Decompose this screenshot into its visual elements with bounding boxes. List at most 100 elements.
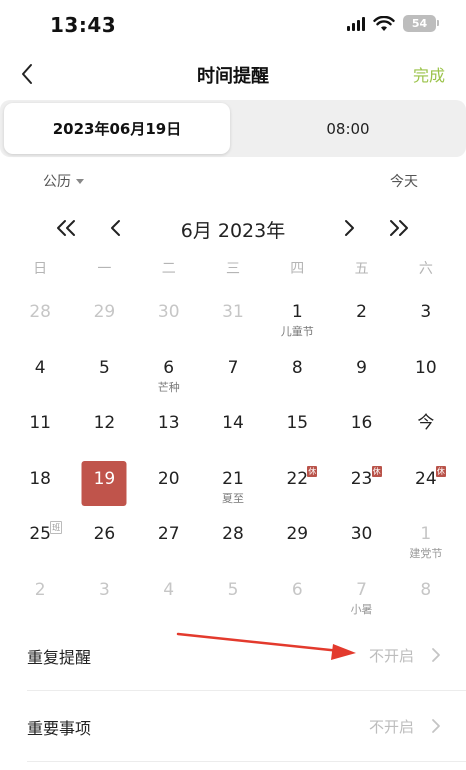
time-tab[interactable]: 08:00 xyxy=(230,103,466,154)
day-festival-label: 夏至 xyxy=(221,491,244,505)
status-bar: 13:43 54 xyxy=(0,0,466,52)
day-cell[interactable]: 22 休 xyxy=(265,457,329,513)
day-cell[interactable]: 4 xyxy=(137,568,201,624)
calendar-type-label: 公历 xyxy=(43,174,71,190)
double-chevron-right-icon xyxy=(390,220,408,236)
day-cell[interactable]: 3 xyxy=(72,568,136,624)
day-festival-label: 小暑 xyxy=(350,602,373,616)
day-cell[interactable]: 20 xyxy=(137,457,201,513)
next-year-button[interactable] xyxy=(387,216,411,240)
weekday-label: 四 xyxy=(290,261,305,277)
day-cell[interactable]: 1 儿童节 xyxy=(265,290,329,346)
row-label: 重要事项 xyxy=(27,719,92,738)
weekday-label: 六 xyxy=(418,261,433,277)
day-cell[interactable]: 5 xyxy=(72,346,136,402)
day-number: 11 xyxy=(29,413,51,433)
day-cell[interactable]: 6 xyxy=(265,568,329,624)
day-cell[interactable]: 7 小暑 xyxy=(329,568,393,624)
day-cell[interactable]: 10 xyxy=(394,346,458,402)
day-cell[interactable]: 31 xyxy=(201,290,265,346)
calendar-grid: 28 29 30 31 1 儿童节 2 3 4 5 6 芒种 7 8 9 10 11 12 13 14 15 16 今 18 1… xyxy=(8,290,458,623)
chevron-right-icon xyxy=(432,719,440,733)
day-number: 21 xyxy=(222,468,244,489)
next-month-button[interactable] xyxy=(337,216,361,240)
day-number: 12 xyxy=(93,413,116,433)
day-number: 13 xyxy=(157,413,180,433)
day-cell[interactable]: 29 xyxy=(265,512,329,568)
day-cell[interactable]: 12 xyxy=(72,401,136,457)
repeat-reminder-row[interactable]: 重复提醒 不开启 xyxy=(0,620,466,690)
day-number: 5 xyxy=(99,357,110,378)
day-cell[interactable]: 1 建党节 xyxy=(394,512,458,568)
day-cell[interactable]: 2 xyxy=(329,290,393,346)
day-cell[interactable]: 21 夏至 xyxy=(201,457,265,513)
status-icons: 54 xyxy=(347,15,439,32)
today-button[interactable]: 今天 xyxy=(390,171,418,191)
row-value: 不开启 xyxy=(368,718,414,736)
day-cell[interactable]: 8 xyxy=(265,346,329,402)
day-number: 1 xyxy=(420,524,432,544)
holiday-badge: 休 xyxy=(307,465,318,477)
weekday-label: 五 xyxy=(354,261,369,277)
caret-down-icon xyxy=(76,178,84,184)
day-cell[interactable]: 30 xyxy=(329,512,393,568)
day-cell[interactable]: 13 xyxy=(137,401,201,457)
nav-bar: 时间提醒 完成 xyxy=(0,52,466,96)
day-cell[interactable]: 23 休 xyxy=(329,457,393,513)
day-cell[interactable]: 4 xyxy=(8,346,72,402)
day-cell[interactable]: 28 xyxy=(8,290,72,346)
status-time: 13:43 xyxy=(50,13,117,37)
day-cell[interactable]: 24 休 xyxy=(394,457,458,513)
day-number: 30 xyxy=(157,302,180,322)
chevron-right-icon xyxy=(432,648,440,662)
chevron-right-icon xyxy=(345,220,354,236)
day-cell[interactable]: 5 xyxy=(201,568,265,624)
day-cell[interactable]: 6 芒种 xyxy=(137,346,201,402)
day-cell[interactable]: 25 班 xyxy=(8,512,72,568)
day-number: 28 xyxy=(222,524,244,544)
holiday-badge: 休 xyxy=(435,465,446,477)
day-cell[interactable]: 今 xyxy=(394,401,458,457)
day-cell[interactable]: 9 xyxy=(329,346,393,402)
day-cell[interactable]: 30 xyxy=(137,290,201,346)
day-number: 10 xyxy=(415,357,437,378)
day-cell[interactable]: 15 xyxy=(265,401,329,457)
day-number: 24 xyxy=(415,468,437,489)
day-number: 14 xyxy=(222,413,244,433)
battery-icon: 54 xyxy=(403,15,439,32)
day-cell[interactable]: 14 xyxy=(201,401,265,457)
day-number: 31 xyxy=(222,302,244,322)
calendar-type-select[interactable]: 公历 xyxy=(43,171,84,191)
day-cell[interactable]: 26 xyxy=(72,512,136,568)
day-number: 28 xyxy=(29,302,51,322)
important-item-row[interactable]: 重要事项 不开启 xyxy=(0,691,466,761)
row-label: 重复提醒 xyxy=(27,648,92,667)
wifi-icon xyxy=(373,15,395,31)
day-cell[interactable]: 11 xyxy=(8,401,72,457)
date-tab[interactable]: 2023年06月19日 xyxy=(4,103,230,154)
row-value: 不开启 xyxy=(368,647,414,665)
day-cell[interactable]: 16 xyxy=(329,401,393,457)
selected-day-cell[interactable]: 19 xyxy=(72,457,136,513)
day-cell[interactable]: 18 xyxy=(8,457,72,513)
page-title: 时间提醒 xyxy=(197,66,269,87)
day-cell[interactable]: 8 xyxy=(394,568,458,624)
day-cell[interactable]: 27 xyxy=(137,512,201,568)
day-cell[interactable]: 29 xyxy=(72,290,136,346)
day-number: 15 xyxy=(286,413,309,433)
day-cell[interactable]: 28 xyxy=(201,512,265,568)
day-festival-label: 儿童节 xyxy=(280,325,314,338)
day-number: 4 xyxy=(163,579,175,600)
day-number: 23 xyxy=(350,468,373,489)
day-number: 6 xyxy=(163,357,175,378)
day-number: 26 xyxy=(93,524,116,544)
day-cell[interactable]: 3 xyxy=(394,290,458,346)
day-number: 2 xyxy=(356,302,367,322)
day-number: 9 xyxy=(356,357,367,378)
battery-level: 54 xyxy=(411,17,428,30)
day-cell[interactable]: 2 xyxy=(8,568,72,624)
done-button[interactable]: 完成 xyxy=(413,62,445,86)
day-number: 22 xyxy=(286,468,309,489)
day-cell[interactable]: 7 xyxy=(201,346,265,402)
day-festival-label: 芒种 xyxy=(157,380,180,394)
